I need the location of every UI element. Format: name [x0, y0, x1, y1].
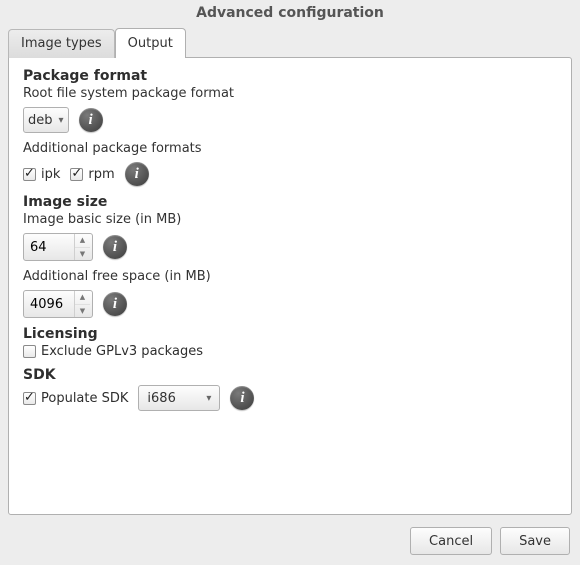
- checkbox-rpm[interactable]: rpm: [70, 167, 114, 182]
- cancel-button[interactable]: Cancel: [410, 527, 492, 555]
- select-sdk-arch-value: i686: [147, 391, 175, 406]
- chevron-down-icon: ▾: [206, 393, 211, 404]
- spinner-arrows[interactable]: ▲▼: [74, 234, 90, 260]
- select-root-format-value: deb: [28, 113, 53, 128]
- select-root-format[interactable]: deb ▾: [23, 107, 69, 133]
- spinner-addl-space[interactable]: ▲▼: [23, 290, 93, 318]
- tab-output[interactable]: Output: [115, 28, 186, 58]
- output-panel: Package format Root file system package …: [8, 57, 572, 515]
- arrow-up-icon[interactable]: ▲: [75, 291, 90, 305]
- section-package-format: Package format: [23, 68, 557, 84]
- checkbox-populate-label: Populate SDK: [41, 391, 128, 406]
- input-addl-space[interactable]: [24, 291, 74, 317]
- checkbox-populate-sdk[interactable]: Populate SDK: [23, 391, 128, 406]
- section-licensing: Licensing: [23, 326, 557, 342]
- save-button[interactable]: Save: [500, 527, 570, 555]
- tab-image-types[interactable]: Image types: [8, 29, 115, 58]
- info-icon[interactable]: i: [103, 292, 127, 316]
- spinner-basic-size[interactable]: ▲▼: [23, 233, 93, 261]
- info-icon[interactable]: i: [103, 235, 127, 259]
- input-basic-size[interactable]: [24, 234, 74, 260]
- tabs-container: Image types Output Package format Root f…: [8, 27, 572, 515]
- arrow-up-icon[interactable]: ▲: [75, 234, 90, 248]
- spinner-arrows[interactable]: ▲▼: [74, 291, 90, 317]
- section-image-size: Image size: [23, 194, 557, 210]
- info-icon[interactable]: i: [79, 108, 103, 132]
- info-icon[interactable]: i: [230, 386, 254, 410]
- label-addl-space: Additional free space (in MB): [23, 269, 557, 284]
- label-root-format: Root file system package format: [23, 86, 557, 101]
- checkbox-box: [23, 392, 36, 405]
- label-basic-size: Image basic size (in MB): [23, 212, 557, 227]
- checkbox-box: [23, 345, 36, 358]
- arrow-down-icon[interactable]: ▼: [75, 305, 90, 318]
- dialog-footer: Cancel Save: [0, 515, 580, 565]
- checkbox-exclude-gplv3[interactable]: Exclude GPLv3 packages: [23, 344, 203, 359]
- checkbox-ipk[interactable]: ipk: [23, 167, 60, 182]
- checkbox-box: [70, 168, 83, 181]
- checkbox-box: [23, 168, 36, 181]
- arrow-down-icon[interactable]: ▼: [75, 248, 90, 261]
- section-sdk: SDK: [23, 367, 557, 383]
- checkbox-exclude-label: Exclude GPLv3 packages: [41, 344, 203, 359]
- chevron-down-icon: ▾: [59, 115, 64, 126]
- select-sdk-arch[interactable]: i686 ▾: [138, 385, 220, 411]
- tab-strip: Image types Output: [8, 27, 572, 57]
- window-title: Advanced configuration: [0, 0, 580, 27]
- checkbox-rpm-label: rpm: [88, 167, 114, 182]
- window: Advanced configuration Image types Outpu…: [0, 0, 580, 565]
- info-icon[interactable]: i: [125, 162, 149, 186]
- label-additional-formats: Additional package formats: [23, 141, 557, 156]
- checkbox-ipk-label: ipk: [41, 167, 60, 182]
